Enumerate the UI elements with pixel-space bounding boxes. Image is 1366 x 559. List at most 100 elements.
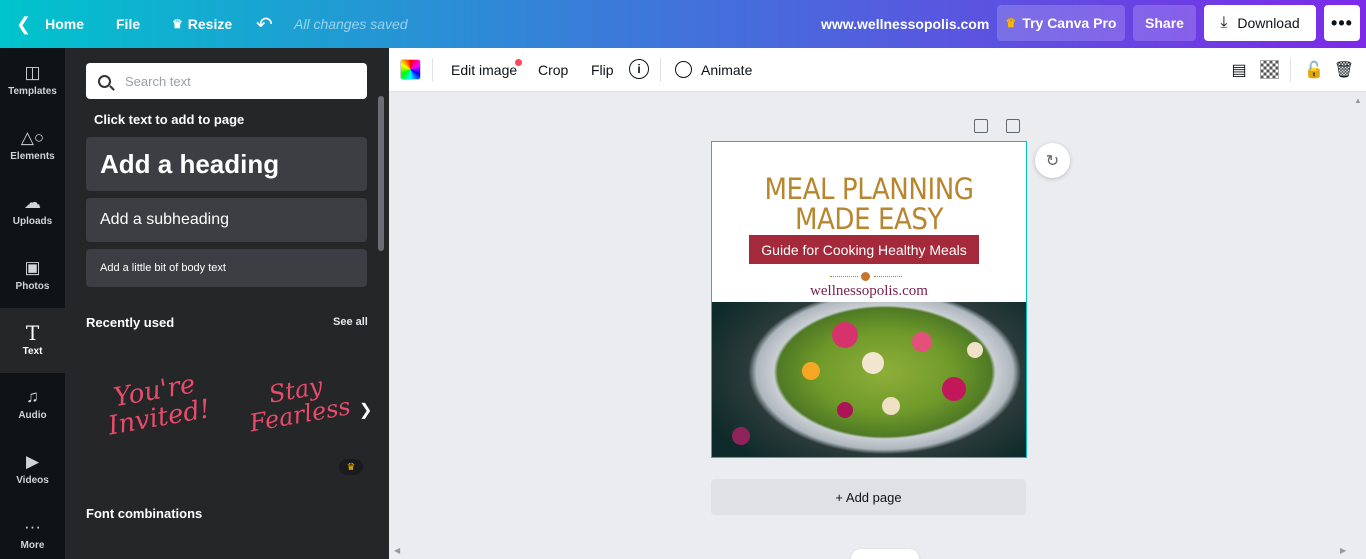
photos-icon: ▣ [24,258,41,277]
design-website[interactable]: wellnessopolis.com [712,283,1026,300]
panel-hint: Click text to add to page [94,112,245,127]
rail-label: Text [22,346,43,357]
resize-label: Resize [187,16,233,32]
elements-icon: △○ [20,128,45,147]
home-label: Home [45,16,84,32]
ornament-line [874,276,902,277]
file-menu[interactable]: File [116,0,140,48]
add-heading-button[interactable]: Add a heading [86,137,367,191]
more-icon: ··· [24,517,41,536]
crown-icon: ♛ [339,459,363,475]
info-icon[interactable]: i [629,59,649,79]
photo-detail [732,427,750,445]
search-input[interactable] [125,73,355,89]
design-heading[interactable]: MEAL PLANNING MADE EASY [728,174,1011,234]
rail-item-more[interactable]: ··· More [0,502,65,559]
rail-item-audio[interactable]: ♫ Audio [0,372,65,437]
canva-editor: ❮ Home File ♛ Resize ↶ All changes saved… [0,0,1366,559]
rail-item-text[interactable]: T Text [0,308,65,373]
rail-label: More [20,540,45,551]
photo-detail [832,322,858,348]
design-title[interactable]: www.wellnessopolis.com [821,0,989,48]
notification-dot [515,59,522,66]
font-combinations-title: Font combinations [86,506,203,521]
add-page-button[interactable]: + Add page [711,479,1026,515]
rail-label: Audio [18,410,47,421]
recent-text-youre-invited[interactable]: You're Invited! [93,368,221,443]
top-bar: ❮ Home File ♛ Resize ↶ All changes saved… [0,0,1366,48]
try-pro-label: Try Canva Pro [1022,15,1117,31]
transparency-icon[interactable] [1260,60,1279,79]
templates-icon: ◫ [24,63,41,82]
photo-detail [882,397,900,415]
crop-button[interactable]: Crop [538,48,568,92]
text-icon: T [25,321,40,345]
add-body-text-button[interactable]: Add a little bit of body text [86,249,367,287]
home-button[interactable]: ❮ Home [16,0,84,48]
videos-icon: ▶ [25,452,40,471]
photo-detail [912,332,932,352]
animate-icon[interactable] [675,61,692,78]
scroll-left-icon[interactable]: ◀ [394,546,400,555]
chevron-right-icon[interactable]: ❯ [359,400,372,420]
see-all-link[interactable]: See all [333,316,368,328]
download-icon: ⤓ [1220,14,1228,31]
text-panel: Click text to add to page Add a heading … [65,48,389,559]
uploads-icon: ☁ [24,193,41,212]
comment-icon[interactable]: ↻ [1035,143,1070,178]
food-photo[interactable] [712,302,1026,457]
lock-icon[interactable]: 🔓 [1304,59,1324,81]
recent-text-stay-fearless[interactable]: Stay Fearless [239,369,356,438]
heading-line-1: MEAL PLANNING [764,172,974,206]
rail-item-templates[interactable]: ◫ Templates [0,48,65,113]
try-canva-pro-button[interactable]: ♛ Try Canva Pro [997,5,1125,41]
more-options-button[interactable]: ••• [1324,5,1360,41]
animate-button[interactable]: Animate [701,48,752,92]
paint-roller-icon[interactable]: ▤ [1229,59,1249,81]
zoom-control[interactable] [851,549,919,559]
rail-item-photos[interactable]: ▣ Photos [0,243,65,308]
save-status: All changes saved [294,16,408,32]
design-banner[interactable]: Guide for Cooking Healthy Meals [749,235,979,264]
download-label: Download [1237,15,1300,31]
divider [432,58,433,82]
photo-detail [862,352,884,374]
color-picker-icon[interactable] [400,59,421,80]
rail-label: Videos [16,475,49,486]
search-box[interactable] [86,63,367,99]
ornament-divider [830,272,902,282]
edit-image-button[interactable]: Edit image [451,48,517,92]
download-button[interactable]: ⤓ Download [1204,5,1316,41]
rail-item-uploads[interactable]: ☁ Uploads [0,178,65,243]
side-rail: ◫ Templates △○ Elements ☁ Uploads ▣ Phot… [0,48,65,559]
divider [660,58,661,82]
recently-used-title: Recently used [86,315,175,330]
flip-button[interactable]: Flip [591,48,614,92]
scroll-up-icon[interactable]: ▲ [1354,96,1362,105]
add-subheading-button[interactable]: Add a subheading [86,198,367,242]
rail-label: Photos [15,281,50,292]
ornament-line [830,276,858,277]
context-toolbar: Edit image Crop Flip i Animate ▤ 🔓 🗑 [389,48,1366,92]
rail-label: Elements [10,151,55,162]
divider [1290,58,1291,82]
crown-icon: ♛ [1005,16,1017,30]
audio-icon: ♫ [26,387,39,406]
crown-icon: ♛ [172,17,183,31]
scroll-right-icon[interactable]: ▶ [1340,546,1346,555]
duplicate-page-icon[interactable] [974,119,988,133]
photo-detail [837,402,853,418]
share-button[interactable]: Share [1133,5,1196,41]
rail-item-elements[interactable]: △○ Elements [0,113,65,178]
undo-icon[interactable]: ↶ [256,0,273,48]
rail-item-videos[interactable]: ▶ Videos [0,437,65,502]
search-icon [98,74,111,88]
panel-scrollbar[interactable] [378,96,384,251]
ornament-flower-icon [861,272,870,281]
add-page-icon[interactable] [1006,119,1020,133]
rail-label: Templates [8,86,57,97]
design-page[interactable]: MEAL PLANNING MADE EASY Guide for Cookin… [711,141,1027,458]
resize-button[interactable]: ♛ Resize [172,0,232,48]
trash-icon[interactable]: 🗑 [1334,59,1354,81]
rail-label: Uploads [12,216,53,227]
